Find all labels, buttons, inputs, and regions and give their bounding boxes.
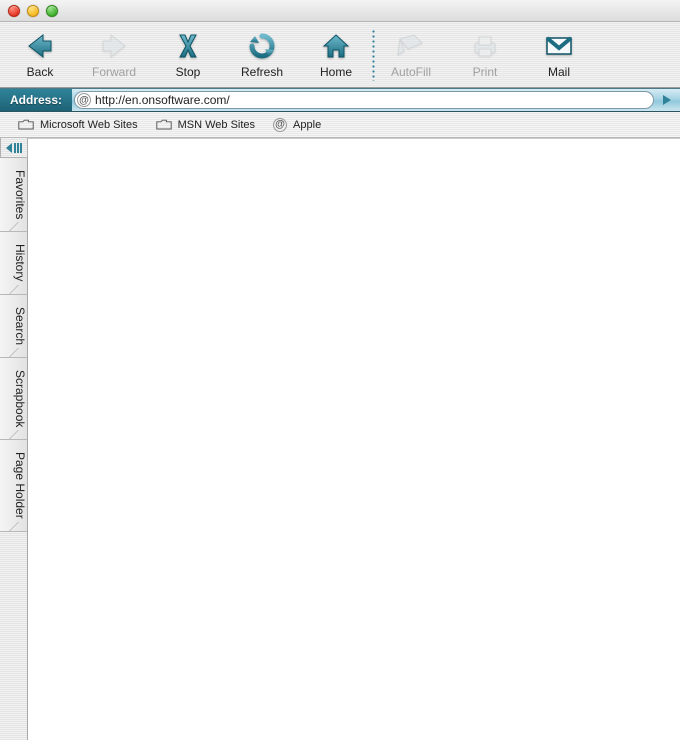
forward-button[interactable]: Forward bbox=[92, 30, 136, 79]
side-column: Favorites History Search Scrapbook Page … bbox=[0, 138, 28, 740]
address-label: Address: bbox=[0, 89, 72, 111]
home-label: Home bbox=[320, 65, 352, 79]
folder-icon bbox=[18, 119, 34, 131]
side-tabs-rail: Favorites History Search Scrapbook Page … bbox=[0, 158, 28, 740]
go-button[interactable] bbox=[658, 91, 676, 109]
autofill-icon bbox=[395, 30, 427, 62]
side-tab-history[interactable]: History bbox=[0, 232, 27, 294]
folder-icon bbox=[156, 119, 172, 131]
side-tab-label: Page Holder bbox=[13, 452, 27, 519]
body-area: Favorites History Search Scrapbook Page … bbox=[0, 138, 680, 740]
stop-label: Stop bbox=[176, 65, 201, 79]
address-field[interactable]: @ bbox=[74, 91, 654, 109]
window-titlebar bbox=[0, 0, 680, 22]
side-tab-label: Scrapbook bbox=[13, 370, 27, 427]
mail-icon bbox=[543, 30, 575, 62]
sidebar-toggle[interactable] bbox=[0, 138, 28, 158]
favorites-bar-item[interactable]: @ Apple bbox=[273, 118, 321, 132]
side-tab-label: Favorites bbox=[13, 170, 27, 219]
favorites-bar-item-label: MSN Web Sites bbox=[178, 119, 255, 131]
forward-label: Forward bbox=[92, 65, 136, 79]
side-tab-scrapbook[interactable]: Scrapbook bbox=[0, 358, 27, 440]
window-zoom-button[interactable] bbox=[46, 5, 58, 17]
side-tab-label: History bbox=[13, 244, 27, 281]
home-button[interactable]: Home bbox=[314, 30, 358, 79]
main-toolbar: Back Forward Stop Refresh Home bbox=[0, 22, 680, 88]
autofill-button[interactable]: AutoFill bbox=[389, 30, 433, 79]
page-content bbox=[28, 138, 680, 740]
side-tab-label: Search bbox=[13, 307, 27, 345]
refresh-icon bbox=[246, 30, 278, 62]
favorites-bar-item-label: Apple bbox=[293, 119, 321, 131]
address-bar: Address: @ bbox=[0, 88, 680, 112]
mail-label: Mail bbox=[548, 65, 570, 79]
window-minimize-button[interactable] bbox=[27, 5, 39, 17]
favorites-bar-item[interactable]: Microsoft Web Sites bbox=[18, 119, 138, 131]
at-sign-icon: @ bbox=[77, 93, 91, 107]
print-button[interactable]: Print bbox=[463, 30, 507, 79]
print-label: Print bbox=[473, 65, 498, 79]
side-tab-page-holder[interactable]: Page Holder bbox=[0, 440, 27, 532]
side-tab-search[interactable]: Search bbox=[0, 295, 27, 358]
back-arrow-icon bbox=[24, 30, 56, 62]
mail-button[interactable]: Mail bbox=[537, 30, 581, 79]
back-label: Back bbox=[27, 65, 54, 79]
favorites-bar-item-label: Microsoft Web Sites bbox=[40, 119, 138, 131]
url-input[interactable] bbox=[95, 93, 647, 107]
forward-arrow-icon bbox=[98, 30, 130, 62]
window-close-button[interactable] bbox=[8, 5, 20, 17]
toolbar-separator bbox=[372, 29, 375, 81]
back-button[interactable]: Back bbox=[18, 30, 62, 79]
home-icon bbox=[320, 30, 352, 62]
autofill-label: AutoFill bbox=[391, 65, 431, 79]
refresh-button[interactable]: Refresh bbox=[240, 30, 284, 79]
at-sign-icon: @ bbox=[273, 118, 287, 132]
refresh-label: Refresh bbox=[241, 65, 283, 79]
address-field-container: @ bbox=[72, 89, 680, 111]
stop-button[interactable]: Stop bbox=[166, 30, 210, 79]
print-icon bbox=[469, 30, 501, 62]
side-tab-favorites[interactable]: Favorites bbox=[0, 158, 27, 232]
favorites-bar-item[interactable]: MSN Web Sites bbox=[156, 119, 255, 131]
favorites-bar: Microsoft Web Sites MSN Web Sites @ Appl… bbox=[0, 112, 680, 138]
stop-icon bbox=[172, 30, 204, 62]
